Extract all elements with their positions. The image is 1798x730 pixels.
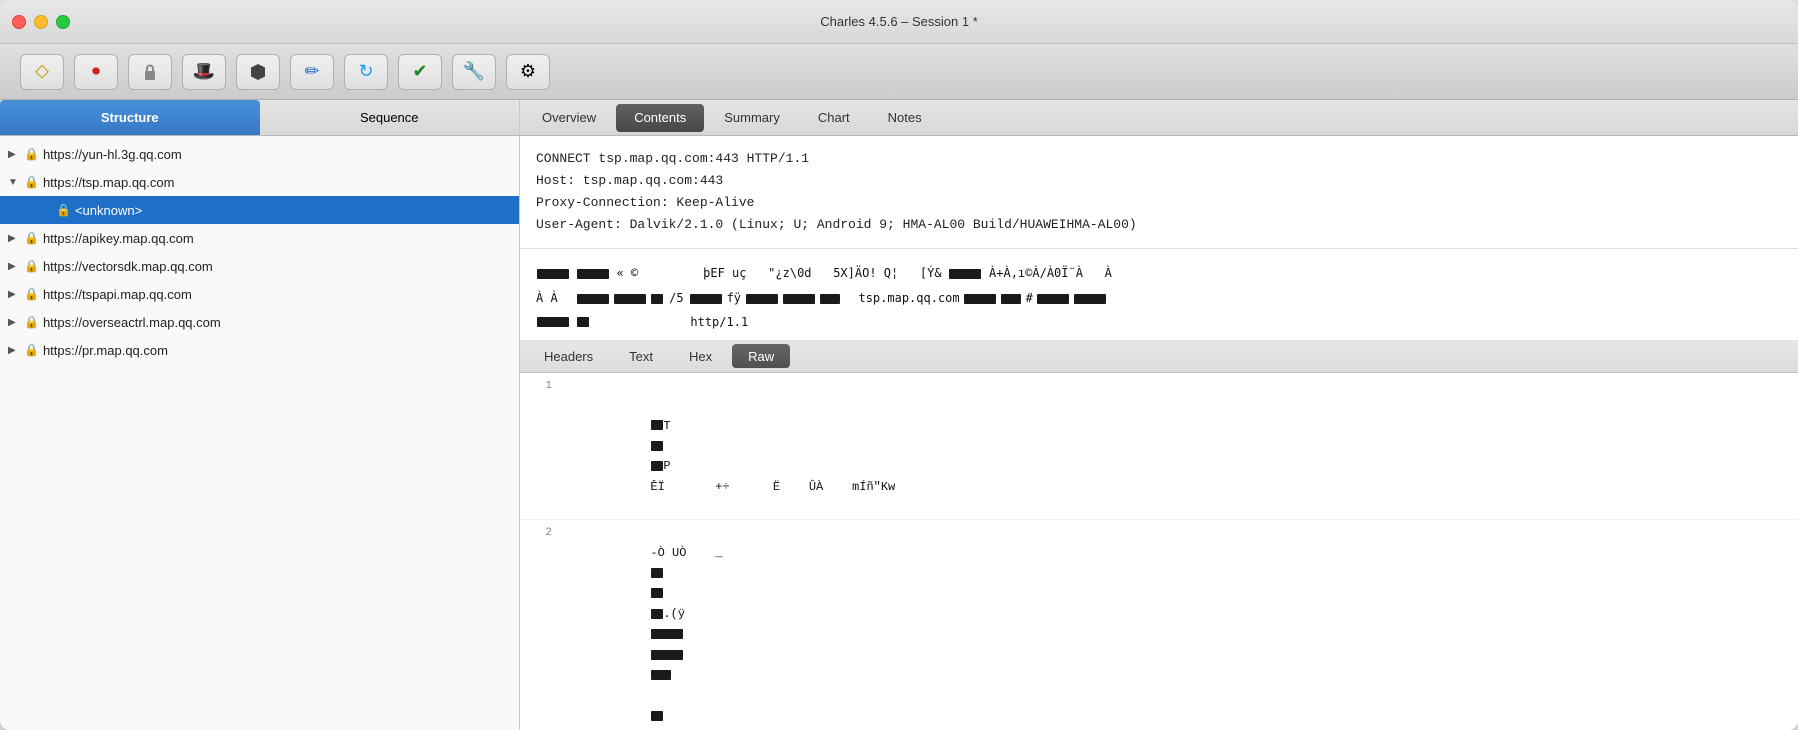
tab-overview[interactable]: Overview [524, 104, 614, 132]
sidebar-item-overseactrl[interactable]: ▶ 🔒 https://overseactrl.map.qq.com [0, 308, 519, 336]
tab-notes[interactable]: Notes [870, 104, 940, 132]
sidebar-item-apikey[interactable]: ▶ 🔒 https://apikey.map.qq.com [0, 224, 519, 252]
request-line-1: Host: tsp.map.qq.com:443 [536, 170, 1782, 192]
binary-block [820, 294, 840, 304]
sidebar-item-unknown[interactable]: 🔒 <unknown> [0, 196, 519, 224]
row-number: 1 [528, 377, 552, 396]
expand-arrow: ▶ [8, 345, 22, 356]
repeat-button[interactable]: ↻ [344, 54, 388, 90]
binary-block [577, 294, 609, 304]
request-info: CONNECT tsp.map.qq.com:443 HTTP/1.1 Host… [520, 136, 1798, 249]
table-row: 1 T P ÊÏ +÷ Ë ÛÀ mÍñ"Kw [520, 373, 1798, 521]
binary-block [651, 294, 663, 304]
sidebar-item-label: <unknown> [75, 203, 142, 218]
binary-block [949, 269, 981, 279]
sidebar-item-label: https://tsp.map.qq.com [43, 175, 175, 190]
sidebar-item-label: https://apikey.map.qq.com [43, 231, 194, 246]
record-button[interactable]: ⏺ [74, 54, 118, 90]
expand-arrow: ▶ [8, 261, 22, 272]
window-title: Charles 4.5.6 – Session 1 * [820, 14, 978, 29]
lock-icon: 🔒 [24, 175, 39, 189]
sidebar-item-label: https://pr.map.qq.com [43, 343, 168, 358]
expand-arrow: ▶ [8, 233, 22, 244]
subtab-headers[interactable]: Headers [528, 344, 609, 368]
binary-display: « © þEF uç "¿z\0d 5X]ÄO! Q¦ [Ý& À+À,ı©À/… [520, 249, 1798, 340]
settings-button[interactable]: ⚙ [506, 54, 550, 90]
binary-block [577, 269, 609, 279]
titlebar: Charles 4.5.6 – Session 1 * [0, 0, 1798, 44]
row-number: 2 [528, 524, 552, 543]
expand-arrow: ▶ [8, 289, 22, 300]
tab-summary[interactable]: Summary [706, 104, 798, 132]
data-rows: 1 T P ÊÏ +÷ Ë ÛÀ mÍñ"Kw 2 -Ò UÒ _ [520, 373, 1798, 730]
binary-block [614, 294, 646, 304]
sidebar-item-yun-hl[interactable]: ▶ 🔒 https://yun-hl.3g.qq.com [0, 140, 519, 168]
expand-arrow: ▼ [8, 177, 22, 188]
lock-icon [140, 62, 160, 82]
lock-icon: 🔒 [56, 203, 71, 217]
sidebar: Structure Sequence ▶ 🔒 https://yun-hl.3g… [0, 100, 520, 730]
hexagon-icon [249, 63, 267, 81]
main-content: Structure Sequence ▶ 🔒 https://yun-hl.3g… [0, 100, 1798, 730]
sub-tabs: Headers Text Hex Raw [520, 341, 1798, 373]
tab-chart[interactable]: Chart [800, 104, 868, 132]
sidebar-item-label: https://overseactrl.map.qq.com [43, 315, 221, 330]
ssl-proxy-button[interactable] [128, 54, 172, 90]
binary-block [577, 317, 589, 327]
subtab-raw[interactable]: Raw [732, 344, 790, 368]
sidebar-item-label: https://tspapi.map.qq.com [43, 287, 192, 302]
binary-block [537, 269, 569, 279]
traffic-lights [12, 15, 70, 29]
binary-block [690, 294, 722, 304]
sidebar-item-tspapi[interactable]: ▶ 🔒 https://tspapi.map.qq.com [0, 280, 519, 308]
binary-block [1037, 294, 1069, 304]
tools-button[interactable]: 🔧 [452, 54, 496, 90]
sidebar-list: ▶ 🔒 https://yun-hl.3g.qq.com ▼ 🔒 https:/… [0, 136, 519, 730]
binary-block [746, 294, 778, 304]
main-window: Charles 4.5.6 – Session 1 * ⬦ ⏺ 🎩 ✏ ↻ ✔ … [0, 0, 1798, 730]
right-panel: Overview Contents Summary Chart Notes CO… [520, 100, 1798, 730]
sidebar-item-vectorsdk[interactable]: ▶ 🔒 https://vectorsdk.map.qq.com [0, 252, 519, 280]
sidebar-item-pr[interactable]: ▶ 🔒 https://pr.map.qq.com [0, 336, 519, 364]
throttle-button[interactable]: 🎩 [182, 54, 226, 90]
lock-icon: 🔒 [24, 231, 39, 245]
tab-sequence[interactable]: Sequence [260, 100, 520, 135]
request-line-2: Proxy-Connection: Keep-Alive [536, 192, 1782, 214]
expand-arrow: ▶ [8, 149, 22, 160]
subtab-hex[interactable]: Hex [673, 344, 728, 368]
right-panel-tabs: Overview Contents Summary Chart Notes [520, 100, 1798, 136]
maximize-button[interactable] [56, 15, 70, 29]
sidebar-item-tsp[interactable]: ▼ 🔒 https://tsp.map.qq.com [0, 168, 519, 196]
lock-icon: 🔒 [24, 287, 39, 301]
close-button[interactable] [12, 15, 26, 29]
cursor-tool-button[interactable]: ⬦ [20, 54, 64, 90]
sidebar-item-label: https://vectorsdk.map.qq.com [43, 259, 213, 274]
lock-icon: 🔒 [24, 343, 39, 357]
lock-icon: 🔒 [24, 147, 39, 161]
lock-icon: 🔒 [24, 259, 39, 273]
sidebar-item-label: https://yun-hl.3g.qq.com [43, 147, 182, 162]
request-line-3: User-Agent: Dalvik/2.1.0 (Linux; U; Andr… [536, 214, 1782, 236]
tab-structure[interactable]: Structure [0, 100, 260, 135]
binary-block [1074, 294, 1106, 304]
toolbar: ⬦ ⏺ 🎩 ✏ ↻ ✔ 🔧 ⚙ [0, 44, 1798, 100]
binary-block [537, 317, 569, 327]
binary-block [783, 294, 815, 304]
breakpoints-button[interactable]: ✏ [290, 54, 334, 90]
table-row: 2 -Ò UÒ _ .(ÿ [520, 520, 1798, 730]
binary-block [1001, 294, 1021, 304]
request-line-0: CONNECT tsp.map.qq.com:443 HTTP/1.1 [536, 148, 1782, 170]
sidebar-tabs: Structure Sequence [0, 100, 519, 136]
subtab-text[interactable]: Text [613, 344, 669, 368]
tab-contents[interactable]: Contents [616, 104, 704, 132]
expand-arrow: ▶ [8, 317, 22, 328]
lock-icon: 🔒 [24, 315, 39, 329]
validate-button[interactable]: ✔ [398, 54, 442, 90]
row-content: -Ò UÒ _ .(ÿ # [564, 522, 1790, 730]
row-content: T P ÊÏ +÷ Ë ÛÀ mÍñ"Kw [564, 375, 1790, 518]
minimize-button[interactable] [34, 15, 48, 29]
binary-block [964, 294, 996, 304]
stop-button[interactable] [236, 54, 280, 90]
